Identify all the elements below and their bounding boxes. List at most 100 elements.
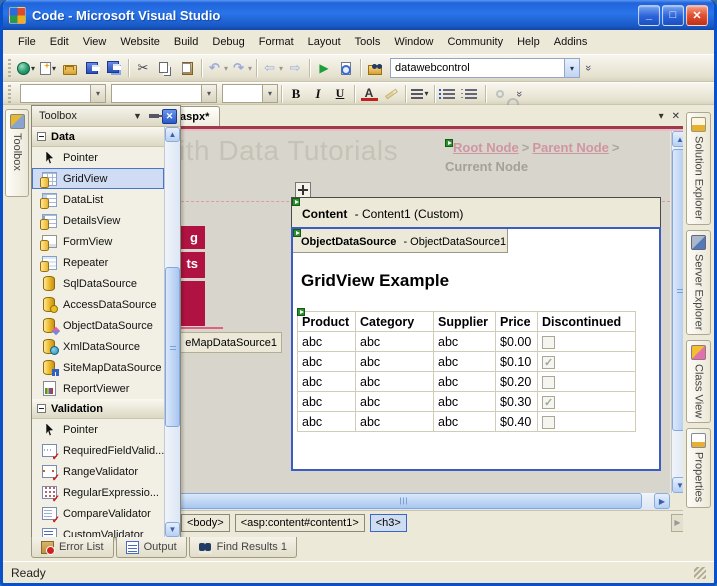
toolbar-options[interactable]: » bbox=[582, 57, 594, 79]
minimize-button[interactable]: _ bbox=[638, 5, 660, 26]
new-website-button[interactable]: ▾ bbox=[15, 57, 37, 79]
dropdown-arrow-icon[interactable]: ▾ bbox=[424, 89, 428, 98]
toolbox-section-data[interactable]: Data bbox=[32, 127, 164, 147]
underline-button[interactable] bbox=[329, 83, 351, 105]
font-name-combo-dropdown-icon[interactable]: ▾ bbox=[201, 85, 216, 102]
toolbox-pin-icon[interactable] bbox=[146, 109, 161, 124]
numbered-list-button[interactable] bbox=[460, 83, 482, 105]
toolbox-item-comparevalidator[interactable]: CompareValidator bbox=[32, 503, 164, 524]
menu-file[interactable]: File bbox=[11, 33, 43, 51]
close-document-icon[interactable]: ✕ bbox=[672, 111, 680, 122]
menu-build[interactable]: Build bbox=[167, 33, 205, 51]
bold-button[interactable] bbox=[285, 83, 307, 105]
left-tab-toolbox[interactable]: Toolbox bbox=[5, 109, 29, 197]
copy-button[interactable] bbox=[154, 57, 176, 79]
bottom-tab-find-results-1[interactable]: Find Results 1 bbox=[189, 537, 297, 558]
toolbox-item-pointer[interactable]: Pointer bbox=[32, 419, 164, 440]
objectdatasource-control[interactable]: ObjectDataSource - ObjectDataSource1 bbox=[293, 229, 508, 253]
menu-community[interactable]: Community bbox=[440, 33, 510, 51]
menu-edit[interactable]: Edit bbox=[43, 33, 76, 51]
navigate-forward-button[interactable] bbox=[284, 57, 306, 79]
target-rule-combo-dropdown-icon[interactable]: ▾ bbox=[90, 85, 105, 102]
content-header[interactable]: Content - Content1 (Custom) bbox=[291, 197, 661, 227]
resize-grip[interactable] bbox=[694, 567, 706, 579]
cut-button[interactable] bbox=[132, 57, 154, 79]
bottom-tab-output[interactable]: Output bbox=[116, 537, 187, 558]
design-surface[interactable]: ith Data Tutorials Root Node>Parent Node… bbox=[161, 131, 670, 493]
toolbox-item-reportviewer[interactable]: ReportViewer bbox=[32, 378, 164, 399]
toolbox-close-icon[interactable]: ✕ bbox=[162, 109, 177, 124]
view-in-browser-button[interactable] bbox=[335, 57, 357, 79]
toolbox-menu-icon[interactable]: ▼ bbox=[130, 109, 145, 124]
right-tab-properties[interactable]: Properties bbox=[686, 428, 711, 507]
bulleted-list-button[interactable] bbox=[438, 83, 460, 105]
scroll-right-icon[interactable]: ▶ bbox=[654, 493, 670, 509]
add-new-item-button[interactable]: ▾ bbox=[37, 57, 59, 79]
font-name-combo[interactable]: ▾ bbox=[111, 84, 217, 103]
toolbox-item-xmldatasource[interactable]: XmlDataSource bbox=[32, 336, 164, 357]
toolbox-item-accessdatasource[interactable]: AccessDataSource bbox=[32, 294, 164, 315]
tag-h3[interactable]: <h3> bbox=[370, 514, 407, 532]
navigate-backward-button[interactable]: ▾ bbox=[260, 57, 284, 79]
menu-view[interactable]: View bbox=[76, 33, 114, 51]
alignment-button[interactable]: ▾ bbox=[409, 83, 431, 105]
hyperlink-button[interactable] bbox=[489, 83, 511, 105]
toolbox-item-sqldatasource[interactable]: SqlDataSource bbox=[32, 273, 164, 294]
undo-button[interactable]: ▾ bbox=[205, 57, 229, 79]
dropdown-arrow-icon[interactable]: ▾ bbox=[52, 64, 56, 73]
toolbox-item-objectdatasource[interactable]: ObjectDataSource bbox=[32, 315, 164, 336]
smart-tag-icon[interactable] bbox=[292, 198, 300, 206]
menu-addins[interactable]: Addins bbox=[547, 33, 595, 51]
dropdown-arrow-icon[interactable]: ▾ bbox=[279, 64, 283, 73]
discontinued-checkbox[interactable] bbox=[542, 356, 555, 369]
discontinued-checkbox[interactable] bbox=[542, 376, 555, 389]
title-bar[interactable]: Code - Microsoft Visual Studio _□✕ bbox=[3, 0, 714, 30]
toolbox-item-customvalidator[interactable]: CustomValidator bbox=[32, 524, 164, 537]
dropdown-arrow-icon[interactable]: ▾ bbox=[224, 64, 228, 73]
smart-tag-icon[interactable] bbox=[445, 139, 453, 147]
paste-button[interactable] bbox=[176, 57, 198, 79]
menu-window[interactable]: Window bbox=[387, 33, 440, 51]
right-tab-server-explorer[interactable]: Server Explorer bbox=[686, 230, 711, 335]
menu-debug[interactable]: Debug bbox=[205, 33, 251, 51]
toolbox-item-regularexpressio[interactable]: RegularExpressio... bbox=[32, 482, 164, 503]
toolbox-item-gridview[interactable]: GridView bbox=[32, 168, 164, 189]
smart-tag-icon[interactable] bbox=[297, 308, 305, 316]
toolbox-item-rangevalidator[interactable]: RangeValidator bbox=[32, 461, 164, 482]
discontinued-checkbox[interactable] bbox=[542, 396, 555, 409]
toolbar-grip[interactable] bbox=[8, 59, 11, 77]
menu-tools[interactable]: Tools bbox=[348, 33, 388, 51]
collapse-icon[interactable] bbox=[37, 404, 46, 413]
open-file-button[interactable] bbox=[59, 57, 81, 79]
smart-tag-icon[interactable] bbox=[293, 229, 301, 237]
save-button[interactable] bbox=[81, 57, 103, 79]
toolbox-section-validation[interactable]: Validation bbox=[32, 399, 164, 419]
gridview-control[interactable]: ProductCategorySupplierPriceDiscontinued… bbox=[297, 311, 636, 432]
start-debugging-button[interactable] bbox=[313, 57, 335, 79]
menu-format[interactable]: Format bbox=[252, 33, 301, 51]
breadcrumb-link-root-node[interactable]: Root Node bbox=[453, 140, 519, 155]
move-handle-icon[interactable] bbox=[295, 182, 311, 198]
target-rule-combo[interactable]: ▾ bbox=[20, 84, 106, 103]
menu-website[interactable]: Website bbox=[113, 33, 167, 51]
content-body[interactable]: ObjectDataSource - ObjectDataSource1 Gri… bbox=[291, 227, 661, 471]
toolbox-item-pointer[interactable]: Pointer bbox=[32, 147, 164, 168]
font-size-combo-dropdown-icon[interactable]: ▾ bbox=[262, 85, 277, 102]
collapse-icon[interactable] bbox=[37, 132, 46, 141]
breadcrumb-link-parent-node[interactable]: Parent Node bbox=[532, 140, 609, 155]
search-combo[interactable]: datawebcontrol▾ bbox=[390, 58, 580, 78]
document-list-dropdown-icon[interactable]: ▾ bbox=[659, 111, 664, 122]
toolbar-grip[interactable] bbox=[8, 85, 11, 103]
right-tab-solution-explorer[interactable]: Solution Explorer bbox=[686, 112, 711, 225]
highlight-button[interactable] bbox=[380, 83, 402, 105]
foreground-color-button[interactable] bbox=[358, 83, 380, 105]
search-combo-dropdown-icon[interactable]: ▾ bbox=[564, 59, 579, 77]
redo-button[interactable]: ▾ bbox=[229, 57, 253, 79]
content-placeholder[interactable]: Content - Content1 (Custom) ObjectDataSo… bbox=[291, 197, 661, 471]
find-in-files-button[interactable] bbox=[364, 57, 386, 79]
scroll-down-icon[interactable]: ▼ bbox=[165, 522, 180, 537]
menu-layout[interactable]: Layout bbox=[301, 33, 348, 51]
right-tab-class-view[interactable]: Class View bbox=[686, 340, 711, 423]
tag-asp-content-content1[interactable]: <asp:content#content1> bbox=[235, 514, 365, 532]
save-all-button[interactable] bbox=[103, 57, 125, 79]
